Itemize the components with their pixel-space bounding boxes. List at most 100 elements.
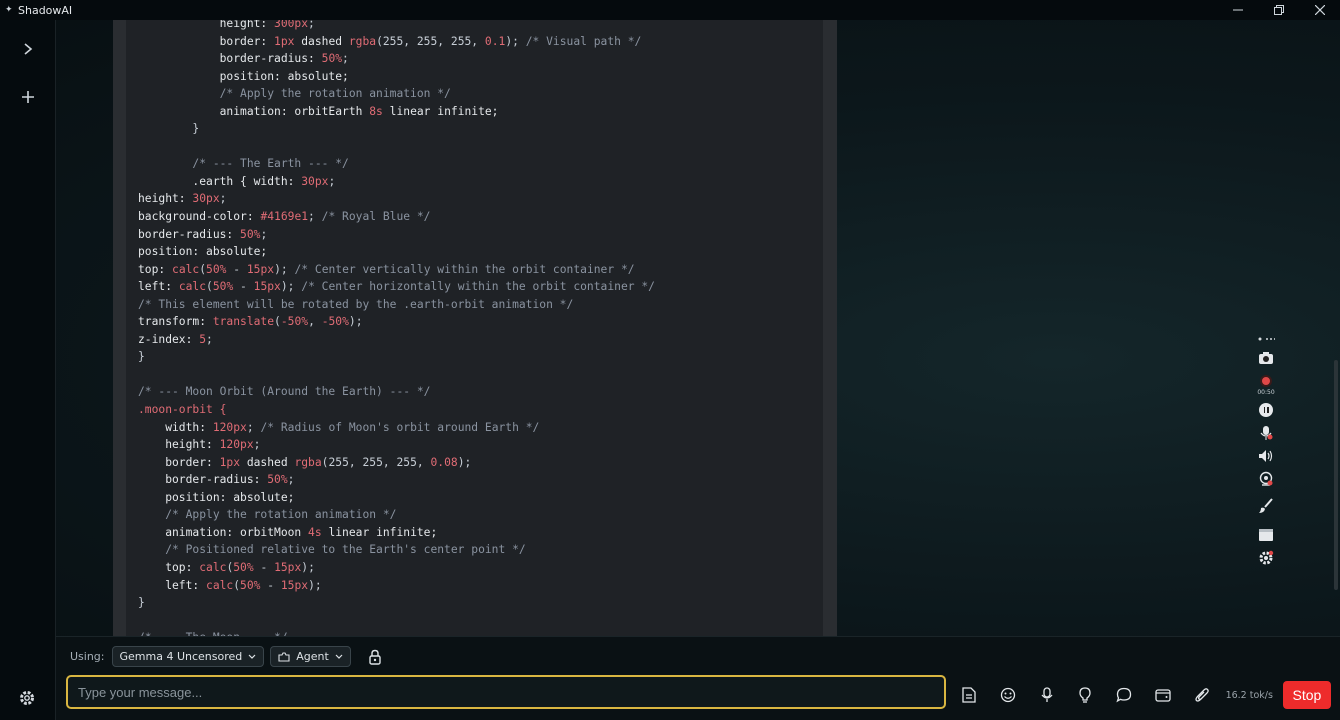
pause-button[interactable]	[1256, 400, 1276, 420]
chat-button[interactable]	[1113, 684, 1135, 706]
expand-sidebar-button[interactable]	[16, 37, 40, 61]
code-token: animation: orbitMoon	[138, 525, 309, 539]
plus-icon	[22, 91, 34, 103]
code-token: position: absolute;	[138, 245, 268, 259]
attach-document-button[interactable]	[958, 684, 980, 706]
code-token: ;	[308, 210, 322, 224]
code-token: .earth { width:	[138, 174, 302, 188]
code-token: -	[233, 280, 254, 294]
ideas-button[interactable]	[1074, 684, 1096, 706]
code-line: /* --- Moon Orbit (Around the Earth) ---…	[138, 383, 655, 401]
wallet-button[interactable]	[1152, 684, 1174, 706]
code-line: position: absolute;	[138, 68, 655, 86]
code-token: ;	[253, 438, 261, 452]
maximize-button[interactable]	[1258, 0, 1299, 20]
code-token: }	[138, 350, 145, 364]
lock-button[interactable]	[365, 647, 385, 667]
screenshot-button[interactable]	[1256, 348, 1276, 368]
code-token: ;	[342, 52, 349, 66]
code-token: /* Positioned relative to the Earth's ce…	[138, 543, 526, 557]
code-line: border: 1px dashed rgba(255, 255, 255, 0…	[138, 33, 655, 51]
code-line: .moon-orbit {	[138, 401, 655, 419]
drag-handle[interactable]	[1256, 334, 1276, 344]
camera-icon	[1259, 352, 1273, 364]
chat-area: height: 300px; border: 1px dashed rgba(2…	[56, 20, 1340, 636]
code-token: 5	[199, 332, 207, 346]
code-token: rgba	[294, 455, 322, 469]
mode-select[interactable]: Agent	[270, 646, 351, 667]
speaker-icon	[1259, 450, 1273, 462]
code-token: /* Radius of Moon's orbit around Earth *…	[260, 420, 540, 434]
code-token: calc	[206, 578, 234, 592]
code-line: top: calc(50% - 15px);	[138, 559, 655, 577]
code-token: 50%	[240, 578, 261, 592]
code-token: 120px	[219, 438, 254, 452]
minimize-button[interactable]	[1217, 0, 1258, 20]
code-token: /* Center vertically within the orbit co…	[294, 262, 635, 276]
attach-button[interactable]	[1191, 684, 1213, 706]
code-content: height: 300px; border: 1px dashed rgba(2…	[138, 20, 655, 636]
voice-input-button[interactable]	[1036, 684, 1058, 706]
code-token: 50%	[206, 262, 227, 276]
code-line: animation: orbitEarth 8s linear infinite…	[138, 103, 655, 121]
code-token: -	[226, 262, 247, 276]
minimize-icon	[1232, 9, 1243, 11]
window-capture-button[interactable]	[1256, 525, 1276, 545]
code-token: );	[308, 578, 322, 592]
restore-icon	[1273, 5, 1284, 15]
code-token: }	[138, 596, 145, 610]
close-button[interactable]	[1299, 0, 1340, 20]
code-token: linear infinite;	[382, 104, 499, 118]
code-token: background-color:	[138, 210, 261, 224]
code-token: /* --- The Earth --- */	[138, 157, 349, 171]
code-line: height: 120px;	[138, 436, 655, 454]
code-line: width: 120px; /* Radius of Moon's orbit …	[138, 419, 655, 437]
code-token: animation: orbitEarth	[138, 104, 370, 118]
code-token: translate	[212, 315, 275, 329]
code-token: 120px	[212, 420, 247, 434]
code-token: 1px	[274, 34, 295, 48]
code-token: );	[505, 34, 526, 48]
code-token: transform:	[138, 315, 213, 329]
code-token: (255, 255, 255,	[376, 34, 485, 48]
emoji-icon	[1000, 687, 1015, 703]
code-token: -50%	[321, 315, 349, 329]
code-token: position: absolute;	[138, 69, 349, 83]
code-token: height:	[138, 192, 193, 206]
code-line: .earth { width: 30px;	[138, 173, 655, 191]
code-line: border-radius: 50%;	[138, 471, 655, 489]
webcam-toggle[interactable]	[1256, 469, 1276, 489]
code-token: calc	[172, 262, 200, 276]
stop-button[interactable]: Stop	[1282, 681, 1331, 709]
brush-icon	[1259, 498, 1273, 513]
code-token: calc	[178, 280, 207, 294]
message-input[interactable]	[66, 675, 946, 709]
composer: Using: Gemma 4 Uncensored Agent Type you…	[56, 636, 1340, 720]
code-token: 15px	[253, 280, 281, 294]
code-token: 15px	[246, 262, 275, 276]
recorder-settings-button[interactable]	[1256, 548, 1276, 568]
new-chat-button[interactable]	[16, 85, 40, 109]
code-token: 30px	[192, 192, 220, 206]
record-button[interactable]	[1256, 371, 1276, 391]
code-line: left: calc(50% - 15px);	[138, 577, 655, 595]
code-token: ;	[260, 227, 268, 241]
code-token: position: absolute;	[138, 490, 295, 504]
code-token: -	[260, 578, 281, 592]
document-icon	[962, 687, 976, 703]
model-select[interactable]: Gemma 4 Uncensored	[111, 646, 265, 667]
record-timer: 00:50	[1257, 389, 1275, 396]
composer-actions: 16.2 tok/s Stop	[958, 681, 1331, 709]
chevron-down-icon	[248, 654, 256, 659]
speaker-toggle[interactable]	[1256, 446, 1276, 466]
mic-toggle[interactable]	[1256, 423, 1276, 443]
settings-button[interactable]	[16, 687, 38, 709]
emoji-button[interactable]	[997, 684, 1019, 706]
code-token: (255, 255, 255,	[321, 455, 431, 469]
code-line: /* --- The Moon --- */	[138, 629, 655, 636]
code-token: border-radius:	[138, 227, 241, 241]
code-line: background-color: #4169e1; /* Royal Blue…	[138, 208, 655, 226]
brush-tool[interactable]	[1256, 496, 1276, 516]
scrollbar[interactable]	[1334, 360, 1338, 590]
